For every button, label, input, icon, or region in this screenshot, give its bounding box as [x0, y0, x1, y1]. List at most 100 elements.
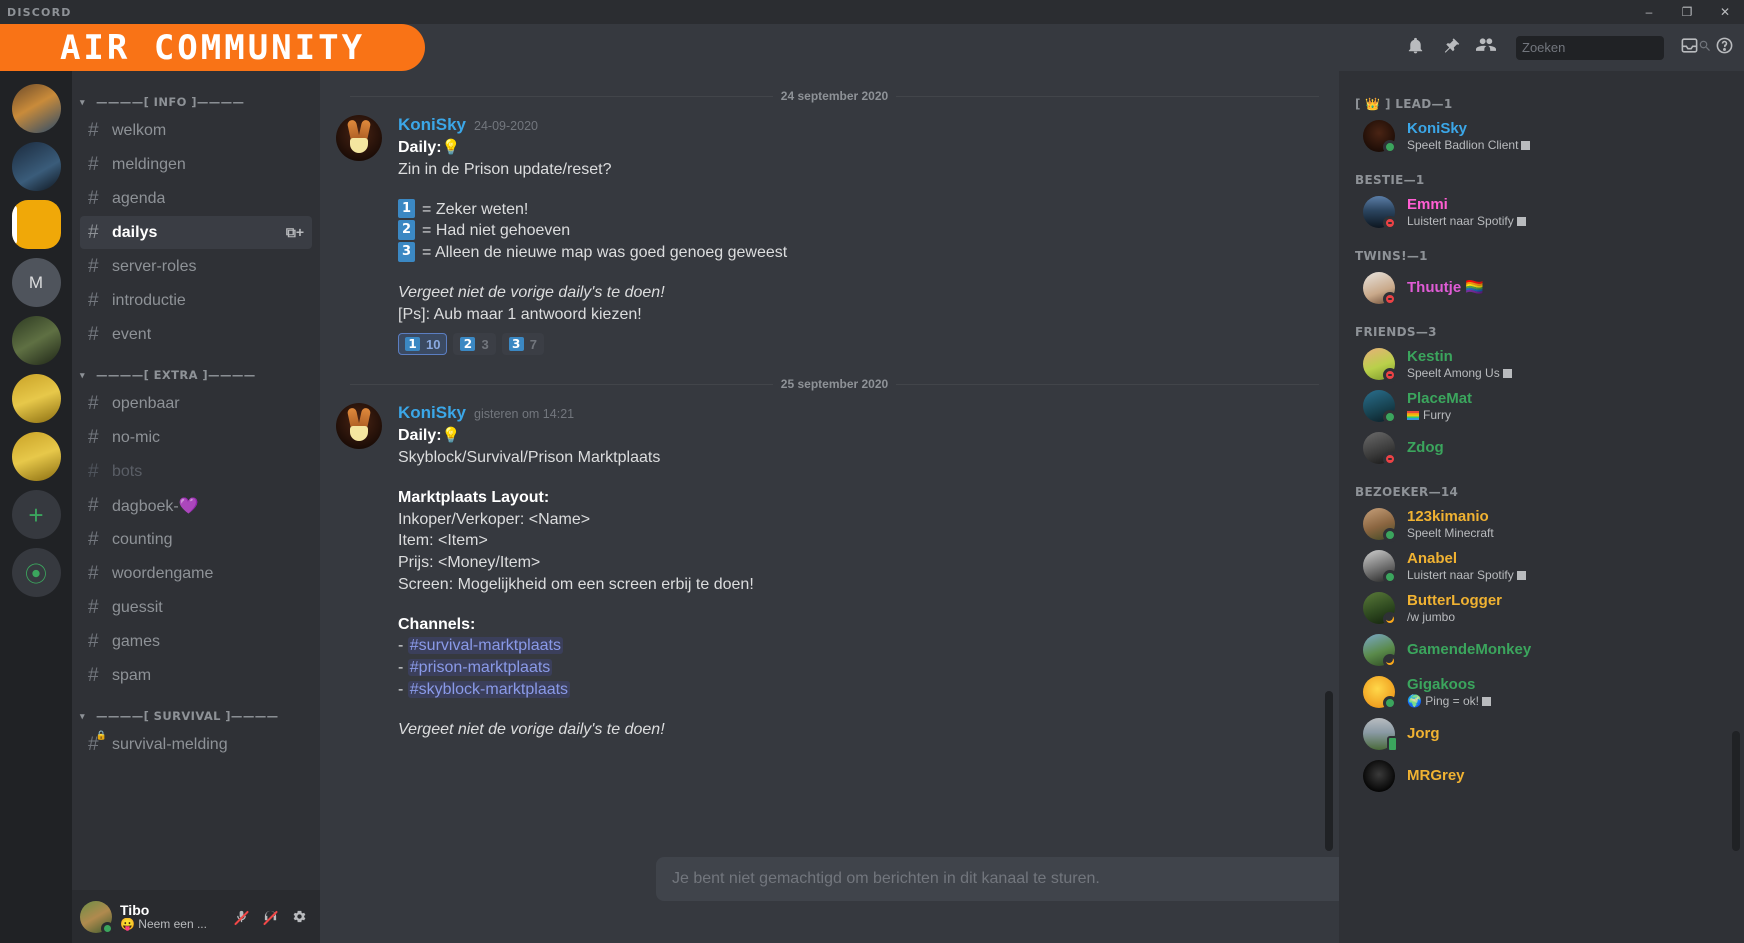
member-activity: 🌍 Ping = ok! [1407, 694, 1491, 708]
sidebar-channel-no-mic[interactable]: # no-mic [80, 421, 312, 454]
avatar[interactable] [80, 900, 114, 935]
member-row[interactable]: Gigakoos 🌍 Ping = ok! [1347, 671, 1736, 713]
members-icon[interactable] [1476, 35, 1496, 60]
add-server-button[interactable]: + [11, 490, 61, 539]
message-line: Inkoper/Verkoper: <Name> [398, 510, 591, 528]
member-name: Kestin [1407, 347, 1453, 365]
member-row[interactable]: Jorg [1347, 713, 1736, 755]
mic-muted-icon[interactable] [228, 904, 254, 930]
member-row[interactable]: Emmi Luistert naar Spotify [1347, 191, 1736, 233]
member-activity: /w jumbo [1407, 609, 1456, 624]
status-indicator-dnd [1383, 292, 1397, 306]
sidebar-channel-dagboek-[interactable]: # dagboek-💜 [80, 489, 312, 522]
member-scrollbar[interactable] [1732, 731, 1740, 851]
sidebar-channel-welkom[interactable]: # welkom [80, 114, 312, 147]
guild-rail: M + ⦿ [0, 24, 72, 943]
sidebar-channel-dailys[interactable]: # dailys ⧉+ [80, 216, 312, 249]
sidebar-channel-event[interactable]: # event [80, 318, 312, 351]
maximize-button[interactable]: ❐ [1668, 0, 1706, 24]
bell-icon[interactable] [1406, 36, 1425, 60]
guild-icon-m[interactable]: M [11, 258, 61, 307]
guild-icon-7[interactable] [11, 432, 61, 481]
message-timestamp: gisteren om 14:21 [474, 407, 575, 422]
message-line-option: 1 = Zeker weten! [398, 198, 1291, 221]
guild-icon-air-community[interactable] [11, 200, 61, 249]
member-row[interactable]: ButterLogger/w jumbo [1347, 587, 1736, 629]
member-row[interactable]: PlaceMat Furry [1347, 385, 1736, 427]
hash-icon: # [88, 664, 99, 686]
member-activity: Luistert naar Spotify [1407, 568, 1526, 582]
guild-icon-1[interactable] [11, 84, 61, 133]
activity-badge-icon [1481, 696, 1491, 706]
avatar [1363, 348, 1397, 382]
reaction-1[interactable]: 1 10 [398, 333, 448, 356]
status-indicator-dnd [1383, 452, 1397, 466]
status-indicator-dnd [1383, 368, 1397, 382]
member-row[interactable]: 123kimanio Speelt Minecraft [1347, 503, 1736, 545]
member-row[interactable]: Kestin Speelt Among Us [1347, 343, 1736, 385]
member-group-header: TWINS!—1 [1355, 249, 1428, 263]
channel-mention[interactable]: #prison-marktplaats [407, 659, 553, 676]
reaction-3[interactable]: 37 [501, 333, 544, 356]
channel-category[interactable]: ▾ ————[ SURVIVAL ]———— [72, 693, 320, 727]
help-icon[interactable] [1715, 36, 1734, 60]
avatar[interactable] [336, 115, 382, 161]
channel-name: introductie [112, 291, 186, 309]
inbox-icon[interactable] [1680, 36, 1699, 60]
sidebar-channel-games[interactable]: # games [80, 625, 312, 658]
member-name: Gigakoos [1407, 675, 1476, 693]
headphones-muted-icon[interactable] [257, 904, 283, 930]
sidebar-channel-spam[interactable]: # spam [80, 659, 312, 692]
activity-badge-icon [1516, 570, 1526, 580]
user-controls [228, 904, 312, 930]
channel-category[interactable]: ▾ ————[ INFO ]———— [72, 79, 320, 113]
activity-badge-icon [1521, 140, 1531, 150]
sidebar-channel-agenda[interactable]: # agenda [80, 182, 312, 215]
discord-window: DISCORD – ❐ ✕ M + ⦿ ▾ ————[ INFO ]———— # we… [0, 0, 1744, 943]
reaction-emoji: 1 [405, 337, 420, 352]
member-row[interactable]: KoniSky Speelt Badlion Client [1347, 115, 1736, 157]
status-indicator-online [1383, 696, 1397, 710]
channel-mention[interactable]: #survival-marktplaats [407, 637, 563, 655]
sidebar-channel-introductie[interactable]: # introductie [80, 284, 312, 317]
member-row[interactable]: Zdog [1347, 427, 1736, 469]
member-name: Thuutje 🏳️‍🌈 [1407, 279, 1484, 296]
sidebar-channel-guessit[interactable]: # guessit [80, 591, 312, 624]
member-row[interactable]: MRGrey [1347, 755, 1736, 797]
channel-name: event [112, 325, 152, 343]
channel-list: ▾ ————[ INFO ]———— # welkom # meldingen # agend… [72, 71, 320, 890]
search-box[interactable] [1516, 35, 1710, 60]
line-spacer [398, 596, 1291, 614]
sidebar-channel-meldingen[interactable]: # meldingen [80, 148, 312, 181]
explore-servers-button[interactable]: ⦿ [11, 548, 61, 597]
message-author[interactable]: KoniSky [398, 115, 466, 135]
create-invite-icon[interactable]: ⧉+ [286, 224, 304, 241]
channel-toolbar [320, 24, 1744, 71]
message-author[interactable]: KoniSky [398, 403, 466, 423]
message-line-bold: Channels: [398, 615, 476, 633]
sidebar-channel-openbaar[interactable]: # openbaar [80, 387, 312, 420]
guild-icon-6[interactable] [11, 374, 61, 423]
reaction-2[interactable]: 23 [453, 333, 496, 356]
sidebar-channel-survival-melding[interactable]: # 🔒 survival-melding [80, 728, 312, 761]
channel-category[interactable]: ▾ ————[ EXTRA ]———— [72, 352, 320, 386]
pin-icon[interactable] [1441, 36, 1460, 60]
minimize-button[interactable]: – [1630, 0, 1668, 24]
avatar [1363, 432, 1397, 466]
sidebar-channel-server-roles[interactable]: # server-roles [80, 250, 312, 283]
app-logo: DISCORD [7, 5, 72, 19]
close-button[interactable]: ✕ [1706, 0, 1744, 24]
sidebar-channel-bots[interactable]: # bots [80, 455, 312, 488]
search-input[interactable] [1522, 40, 1698, 55]
sidebar-channel-counting[interactable]: # counting [80, 523, 312, 556]
avatar[interactable] [336, 403, 382, 450]
channel-mention[interactable]: #skyblock-marktplaats [407, 680, 571, 698]
member-row[interactable]: Anabel Luistert naar Spotify [1347, 545, 1736, 587]
sidebar-channel-woordengame[interactable]: # woordengame [80, 557, 312, 590]
guild-icon-2[interactable] [11, 142, 61, 191]
gear-icon[interactable] [286, 904, 312, 930]
guild-icon-5[interactable] [11, 316, 61, 365]
member-row[interactable]: GamendeMonkey [1347, 629, 1736, 671]
member-row[interactable]: Thuutje 🏳️‍🌈 [1347, 267, 1736, 309]
message-scrollbar[interactable] [1325, 691, 1333, 851]
